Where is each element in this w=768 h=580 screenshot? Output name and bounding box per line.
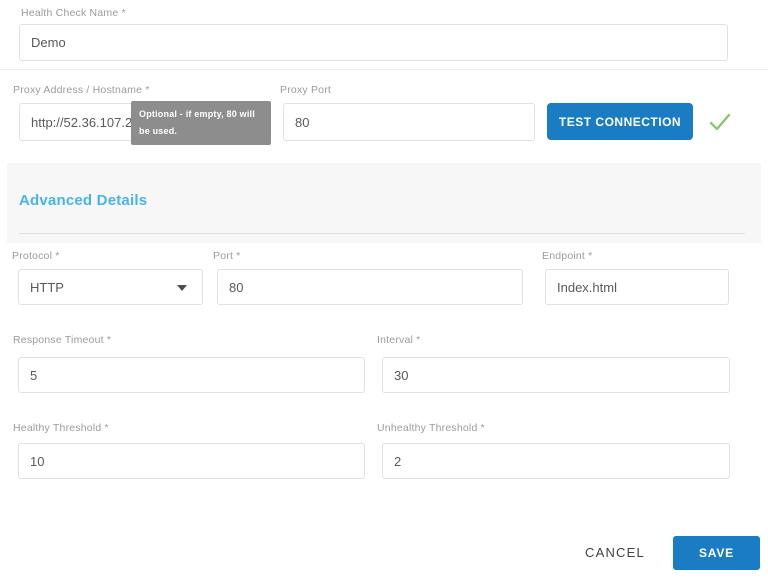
unhealthy-threshold-input[interactable] [382,443,730,479]
endpoint-input[interactable] [545,269,729,305]
unhealthy-threshold-label: Unhealthy Threshold * [377,422,485,434]
save-button[interactable]: SAVE [673,536,760,570]
cancel-button[interactable]: CANCEL [577,541,653,564]
protocol-label: Protocol * [12,250,60,262]
health-check-name-label: Health Check Name * [21,7,126,19]
response-timeout-label: Response Timeout * [13,334,111,346]
success-check-icon [706,108,734,136]
health-check-form: Health Check Name * Proxy Address / Host… [0,0,768,580]
advanced-details-section: Advanced Details [7,163,761,243]
port-label: Port * [213,250,240,262]
endpoint-label: Endpoint * [542,250,592,262]
protocol-select[interactable]: HTTP [18,269,203,305]
response-timeout-input[interactable] [18,357,365,393]
healthy-threshold-label: Healthy Threshold * [13,422,109,434]
section-divider [19,233,745,234]
proxy-port-tooltip: Optional - if empty, 80 will be used. [131,101,271,145]
healthy-threshold-input[interactable] [18,443,365,479]
advanced-details-title: Advanced Details [19,192,147,209]
proxy-port-label: Proxy Port [280,84,331,96]
protocol-select-value: HTTP [30,280,64,295]
interval-label: Interval * [377,334,420,346]
row-divider [0,69,768,70]
health-check-name-input[interactable] [19,24,728,61]
proxy-port-input[interactable] [283,103,535,141]
port-input[interactable] [217,269,523,305]
test-connection-button[interactable]: TEST CONNECTION [547,103,693,140]
chevron-down-icon [177,285,187,291]
interval-input[interactable] [382,357,730,393]
proxy-address-label: Proxy Address / Hostname * [13,84,150,96]
